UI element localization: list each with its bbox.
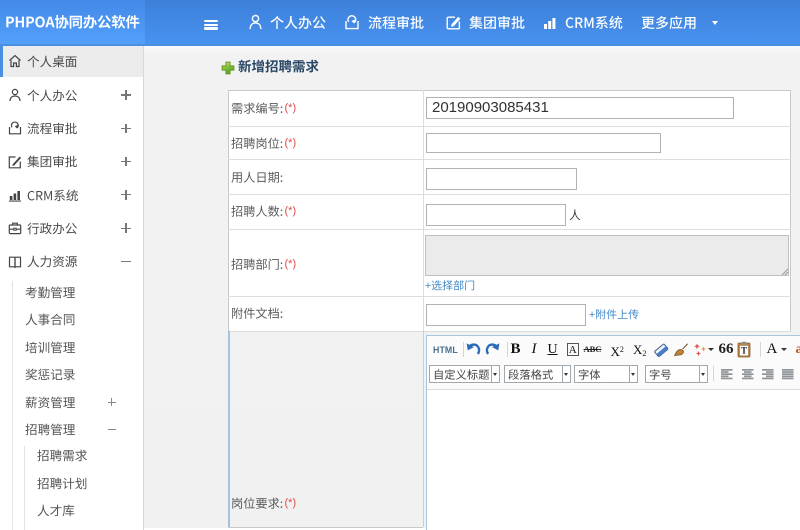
svg-text:T: T: [741, 346, 747, 356]
